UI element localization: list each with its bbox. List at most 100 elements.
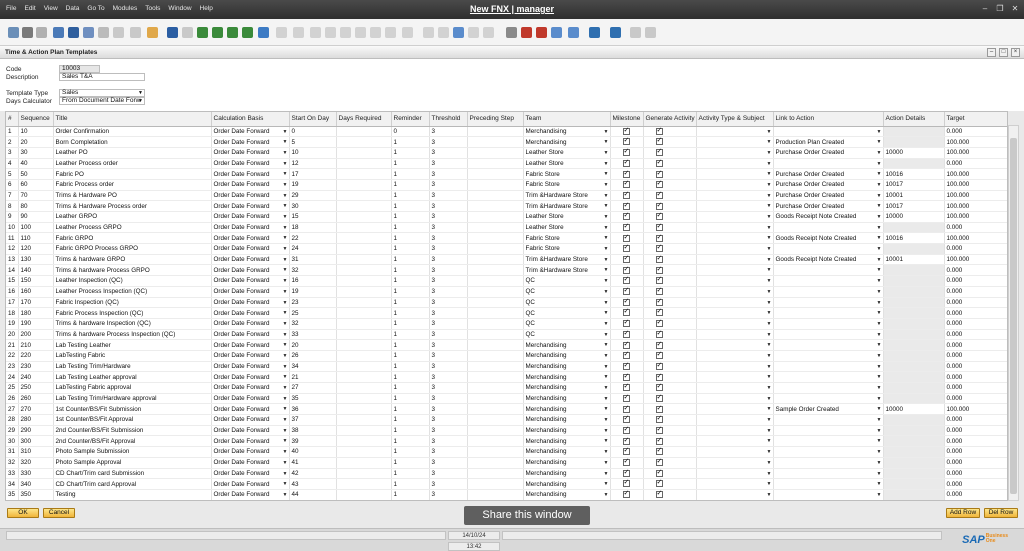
checkbox-checked-icon[interactable] — [622, 201, 630, 210]
preceding-step-cell[interactable] — [467, 446, 524, 458]
calculation-basis-select[interactable]: Order Date Forward ▼ — [211, 425, 290, 437]
link-to-action-select[interactable]: Goods Receipt Note Created ▼ — [773, 232, 884, 245]
dropdown-arrow-icon[interactable]: ▼ — [604, 481, 609, 487]
team-select[interactable]: Merchandising ▼ — [523, 361, 611, 373]
link-to-action-select[interactable]: ▼ — [773, 275, 884, 287]
table-row[interactable]: 6 60 Fabric Process order Order Date Forwar… — [6, 179, 1007, 191]
team-select[interactable]: Fabric Store ▼ — [523, 168, 611, 180]
activity-type-select[interactable]: ▼ — [696, 403, 774, 416]
milestone-checkbox[interactable] — [610, 190, 644, 202]
days-required-cell[interactable] — [336, 478, 392, 490]
dropdown-arrow-icon[interactable]: ▼ — [604, 460, 609, 466]
calculation-basis-select[interactable]: Order Date Forward ▼ — [211, 350, 290, 362]
checkbox-checked-icon[interactable] — [655, 265, 663, 274]
threshold-cell[interactable]: 3 — [429, 297, 468, 309]
dropdown-arrow-icon[interactable]: ▼ — [877, 139, 882, 145]
generate-activity-checkbox[interactable] — [643, 393, 697, 405]
table-row[interactable]: 32 320 Photo Sample Approval Order Date For… — [6, 457, 1007, 469]
row-number-cell[interactable]: 29 — [6, 425, 19, 437]
fax-icon[interactable] — [68, 27, 79, 38]
milestone-checkbox[interactable] — [610, 179, 644, 191]
team-select[interactable]: Fabric Store ▼ — [523, 232, 611, 245]
sequence-cell[interactable]: 130 — [18, 254, 54, 266]
sequence-cell[interactable]: 100 — [18, 222, 54, 234]
dropdown-arrow-icon[interactable]: ▼ — [604, 471, 609, 477]
reminder-cell[interactable]: 1 — [391, 243, 430, 255]
title-cell[interactable]: Lab Testing Trim/Hardware approval — [53, 393, 212, 405]
generate-activity-checkbox[interactable] — [643, 478, 697, 490]
reminder-cell[interactable]: 1 — [391, 168, 430, 180]
days-required-cell[interactable] — [336, 414, 392, 426]
activity-type-select[interactable]: ▼ — [696, 275, 774, 287]
action-details-cell[interactable] — [883, 222, 945, 234]
preceding-step-cell[interactable] — [467, 489, 524, 500]
days-required-cell[interactable] — [336, 179, 392, 191]
row-number-cell[interactable]: 11 — [6, 232, 19, 245]
checkbox-checked-icon[interactable] — [622, 222, 630, 231]
sequence-cell[interactable]: 190 — [18, 318, 54, 330]
link-to-action-select[interactable]: Purchase Order Created ▼ — [773, 200, 884, 212]
generate-activity-checkbox[interactable] — [643, 222, 697, 234]
row-number-cell[interactable]: 22 — [6, 350, 19, 362]
table-row[interactable]: 21 210 Lab Testing Leather Order Date Forwa… — [6, 339, 1007, 351]
action-details-cell[interactable] — [883, 361, 945, 373]
template-icon[interactable] — [130, 27, 141, 38]
team-select[interactable]: Merchandising ▼ — [523, 371, 611, 383]
target-cell[interactable]: 0.000 — [944, 222, 1007, 234]
calculation-basis-select[interactable]: Order Date Forward ▼ — [211, 254, 290, 266]
link-to-action-select[interactable]: ▼ — [773, 425, 884, 437]
dropdown-arrow-icon[interactable]: ▼ — [283, 321, 288, 327]
activity-type-select[interactable]: ▼ — [696, 243, 774, 255]
table-row[interactable]: 9 90 Leather GRPO Order Date Forward ▼ 15 1 3 Le… — [6, 211, 1007, 223]
row-number-cell[interactable]: 13 — [6, 254, 19, 266]
checkbox-checked-icon[interactable] — [655, 201, 663, 210]
threshold-cell[interactable]: 3 — [429, 361, 468, 373]
reminder-cell[interactable]: 1 — [391, 222, 430, 234]
title-cell[interactable]: Fabric PO — [53, 168, 212, 180]
action-details-cell[interactable] — [883, 414, 945, 426]
team-select[interactable]: QC ▼ — [523, 307, 611, 319]
activity-type-select[interactable]: ▼ — [696, 361, 774, 373]
dropdown-arrow-icon[interactable]: ▼ — [604, 406, 609, 412]
copy-icon[interactable] — [630, 27, 641, 38]
team-select[interactable]: Merchandising ▼ — [523, 446, 611, 458]
preceding-step-cell[interactable] — [467, 382, 524, 394]
milestone-checkbox[interactable] — [610, 200, 644, 212]
target-cell[interactable]: 0.000 — [944, 435, 1007, 448]
dropdown-arrow-icon[interactable]: ▼ — [767, 257, 772, 263]
target-document-icon[interactable] — [293, 27, 304, 38]
print-preview-icon[interactable] — [8, 27, 19, 38]
checkbox-checked-icon[interactable] — [655, 137, 663, 146]
dropdown-arrow-icon[interactable]: ▼ — [283, 364, 288, 370]
checkbox-checked-icon[interactable] — [622, 479, 630, 488]
calculation-basis-select[interactable]: Order Date Forward ▼ — [211, 286, 290, 298]
milestone-checkbox[interactable] — [610, 211, 644, 223]
calculation-basis-select[interactable]: Order Date Forward ▼ — [211, 403, 290, 416]
reminder-cell[interactable]: 1 — [391, 179, 430, 191]
target-cell[interactable]: 100.000 — [944, 136, 1007, 148]
table-row[interactable]: 27 270 1st Counter/BS/Fit Submission Order … — [6, 403, 1007, 416]
dropdown-arrow-icon[interactable]: ▼ — [767, 225, 772, 231]
checkbox-checked-icon[interactable] — [655, 436, 663, 445]
checkbox-checked-icon[interactable] — [655, 308, 663, 317]
link-to-action-select[interactable]: ▼ — [773, 158, 884, 170]
action-details-cell[interactable] — [883, 297, 945, 309]
form-settings-icon[interactable] — [402, 27, 413, 38]
preceding-step-cell[interactable] — [467, 147, 524, 159]
row-number-cell[interactable]: 9 — [6, 211, 19, 223]
threshold-cell[interactable]: 3 — [429, 158, 468, 170]
table-row[interactable]: 34 340 CD Chart/Trim card Approval Order Da… — [6, 478, 1007, 490]
activity-type-select[interactable]: ▼ — [696, 286, 774, 298]
dropdown-arrow-icon[interactable]: ▼ — [767, 460, 772, 466]
start-on-day-cell[interactable]: 20 — [289, 339, 337, 351]
team-select[interactable]: Merchandising ▼ — [523, 126, 611, 138]
col-header-preceding-step[interactable]: Preceding Step — [467, 112, 524, 127]
activity-type-select[interactable]: ▼ — [696, 297, 774, 309]
link-to-action-select[interactable]: Goods Receipt Note Created ▼ — [773, 211, 884, 223]
reminder-cell[interactable]: 1 — [391, 478, 430, 490]
dropdown-arrow-icon[interactable]: ▼ — [877, 150, 882, 156]
threshold-cell[interactable]: 3 — [429, 457, 468, 469]
threshold-cell[interactable]: 3 — [429, 478, 468, 490]
checkbox-checked-icon[interactable] — [655, 297, 663, 306]
calculator-icon[interactable] — [521, 27, 532, 38]
